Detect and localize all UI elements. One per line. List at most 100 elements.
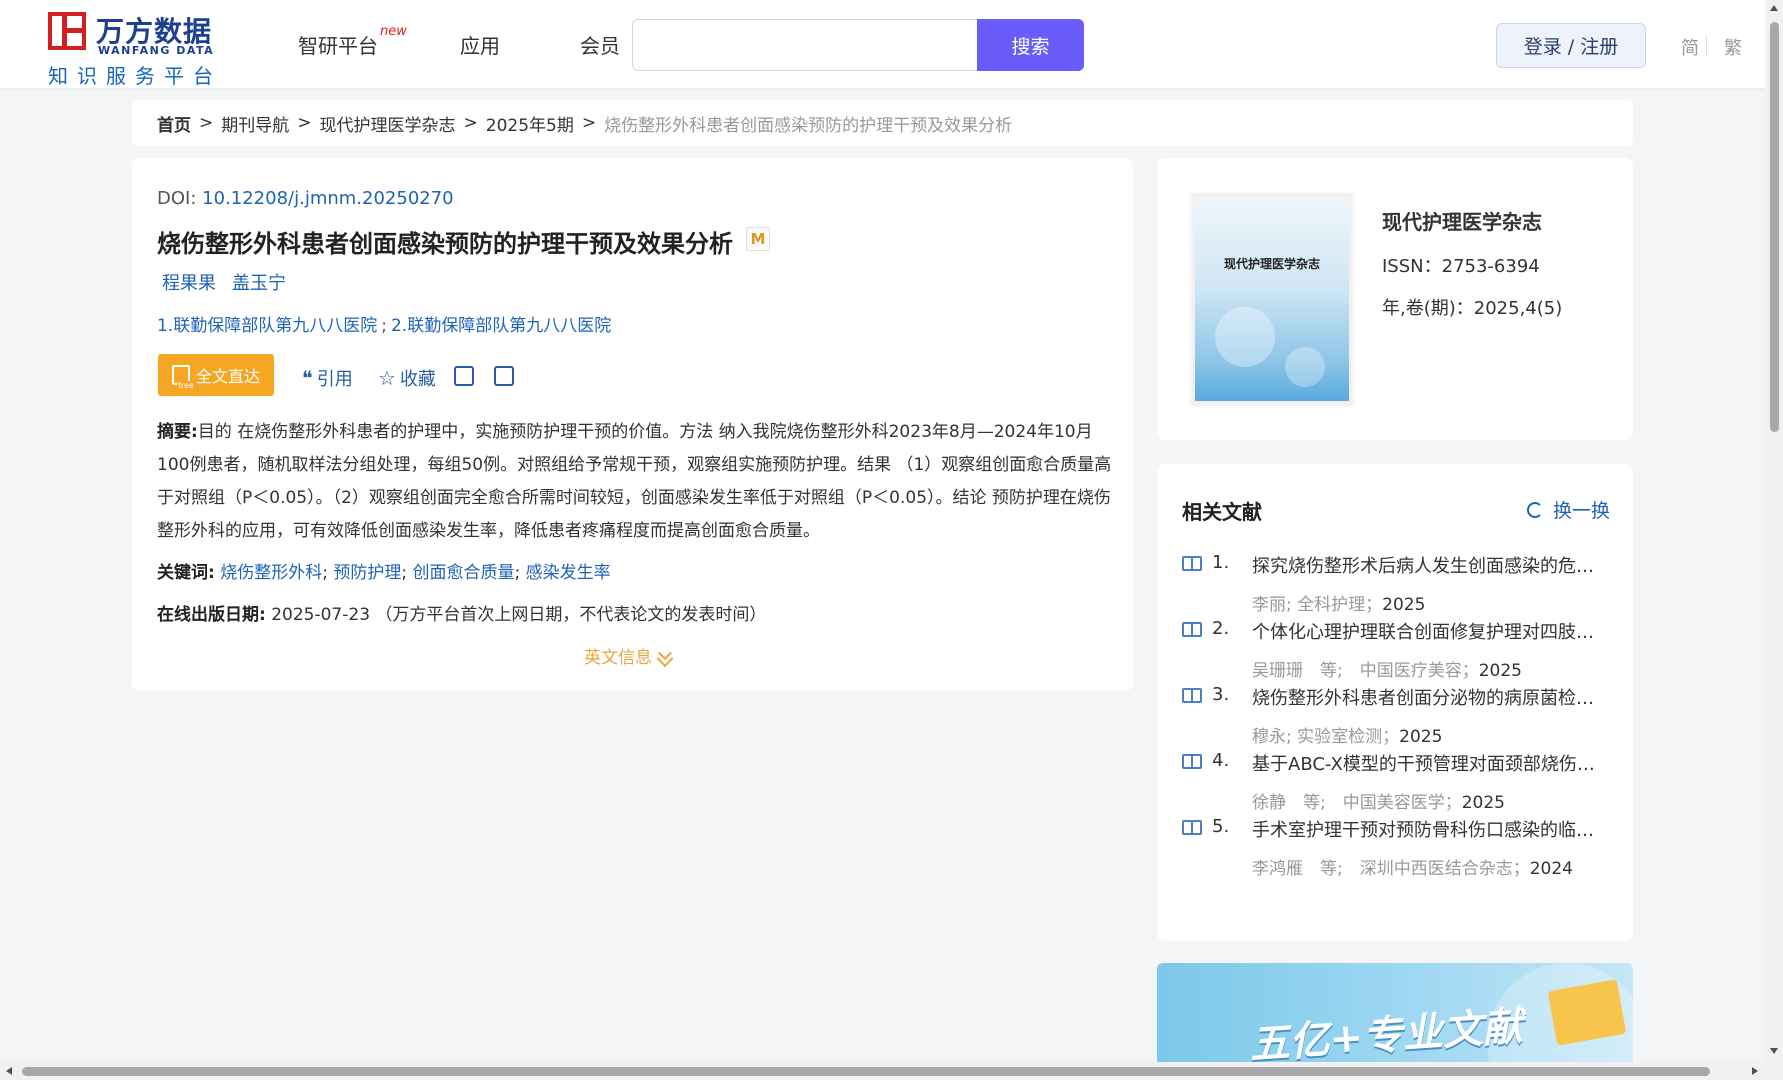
related-title: 相关文献 <box>1182 500 1262 524</box>
wanfang-logo[interactable]: 万方数据 WANFANG DATA 知识服务平台 <box>48 10 218 88</box>
related-year: 2025 <box>1461 793 1505 813</box>
related-item[interactable]: 4. 基于ABC-X模型的干预管理对面颈部烧伤瘢... 徐静 等; 中国美容医学… <box>1182 750 1612 820</box>
keyword-link[interactable]: 感染发生率 <box>526 563 611 583</box>
keywords: 关键词: 烧伤整形外科; 预防护理; 创面愈合质量; 感染发生率 <box>157 558 611 583</box>
free-download-icon <box>171 365 195 390</box>
article-card: DOI: 10.12208/j.jmnm.20250270 烧伤整形外科患者创面… <box>132 158 1133 691</box>
vertical-scrollbar[interactable] <box>1765 0 1783 1062</box>
related-authors: 徐静 等; 中国美容医学； <box>1252 793 1462 813</box>
scroll-right-arrow[interactable] <box>1752 1067 1758 1075</box>
scroll-down-arrow[interactable] <box>1770 1048 1778 1054</box>
related-meta: 李鸿雁 等; 深圳中西医结合杂志；2024 <box>1252 854 1573 879</box>
wanfang-logo-icon <box>48 12 86 50</box>
related-authors: 吴珊珊 等; 中国医疗美容； <box>1252 661 1479 681</box>
doi-label: DOI: <box>157 188 197 209</box>
related-item[interactable]: 3. 烧伤整形外科患者创面分泌物的病原菌检测... 穆永; 实验室检测；2025 <box>1182 684 1612 754</box>
related-meta: 徐静 等; 中国美容医学；2025 <box>1252 788 1505 813</box>
related-item[interactable]: 2. 个体化心理护理联合创面修复护理对四肢烧... 吴珊珊 等; 中国医疗美容；… <box>1182 618 1612 688</box>
double-chevron-down-icon <box>657 645 673 660</box>
logo-en-text: WANFANG DATA <box>98 44 215 57</box>
related-item[interactable]: 5. 手术室护理干预对预防骨科伤口感染的临床... 李鸿雁 等; 深圳中西医结合… <box>1182 816 1612 886</box>
abstract-text: 目的 在烧伤整形外科患者的护理中，实施预防护理干预的价值。方法 纳入我院烧伤整形… <box>157 422 1112 541</box>
share-icon[interactable] <box>454 366 474 386</box>
author-link[interactable]: 程果果 <box>162 269 216 295</box>
pubdate-label: 在线出版日期: <box>157 605 266 625</box>
journal-cover[interactable]: 现代护理医学杂志 <box>1191 193 1353 405</box>
keyword-link[interactable]: 创面愈合质量 <box>413 563 515 583</box>
collect-button[interactable]: ☆ 收藏 <box>378 365 436 391</box>
keywords-label: 关键词: <box>157 563 215 583</box>
cite-button[interactable]: ❝ 引用 <box>302 365 353 391</box>
lang-traditional[interactable]: 繁 <box>1724 34 1742 60</box>
book-icon <box>1182 622 1202 637</box>
horizontal-scrollbar[interactable] <box>0 1062 1783 1080</box>
scroll-left-arrow[interactable] <box>6 1067 12 1075</box>
breadcrumb-journal[interactable]: 现代护理医学杂志 <box>320 111 456 136</box>
related-title-link[interactable]: 手术室护理干预对预防骨科伤口感染的临床... <box>1252 816 1607 842</box>
collect-label: 收藏 <box>399 369 436 390</box>
breadcrumb-sep: > <box>297 113 312 133</box>
refresh-icon <box>1527 501 1543 518</box>
keyword-link[interactable]: 预防护理 <box>333 563 401 583</box>
vertical-scroll-thumb[interactable] <box>1770 22 1779 432</box>
affiliation-link[interactable]: 1.联勤保障部队第九八八医院 <box>157 316 377 336</box>
breadcrumb-journal-nav[interactable]: 期刊导航 <box>221 111 289 136</box>
print-icon[interactable] <box>494 366 514 386</box>
book-icon <box>1182 556 1202 571</box>
pubdate-note: （万方平台首次上网日期，不代表论文的发表时间） <box>375 605 767 625</box>
keyword-sep: ; <box>322 563 328 583</box>
quote-icon: ❝ <box>302 366 313 390</box>
abstract-label: 摘要: <box>157 422 198 442</box>
star-icon: ☆ <box>378 366 396 390</box>
affiliation-link[interactable]: 2.联勤保障部队第九八八医院 <box>391 316 611 336</box>
online-pub-date: 在线出版日期: 2025-07-23 （万方平台首次上网日期，不代表论文的发表时… <box>157 600 766 625</box>
breadcrumb: 首页 > 期刊导航 > 现代护理医学杂志 > 2025年5期 > 烧伤整形外科患… <box>132 100 1633 146</box>
journal-name[interactable]: 现代护理医学杂志 <box>1382 206 1542 235</box>
m-badge-icon[interactable]: M <box>746 227 770 251</box>
refresh-button[interactable]: 换一换 <box>1527 496 1610 523</box>
related-title-link[interactable]: 烧伤整形外科患者创面分泌物的病原菌检测... <box>1252 684 1607 710</box>
english-info-toggle[interactable]: 英文信息 <box>584 643 673 668</box>
fulltext-label: 全文直达 <box>195 367 260 386</box>
related-meta: 吴珊珊 等; 中国医疗美容；2025 <box>1252 656 1522 681</box>
related-year: 2025 <box>1382 595 1426 615</box>
related-num: 5. <box>1212 816 1230 837</box>
related-num: 3. <box>1212 684 1230 705</box>
related-num: 4. <box>1212 750 1230 771</box>
related-title-link[interactable]: 探究烧伤整形术后病人发生创面感染的危险... <box>1252 552 1607 578</box>
breadcrumb-sep: > <box>463 113 478 133</box>
book-icon <box>1182 820 1202 835</box>
affiliations: 1.联勤保障部队第九八八医院; 2.联勤保障部队第九八八医院 <box>157 311 611 336</box>
article-title: 烧伤整形外科患者创面感染预防的护理干预及效果分析 <box>157 230 733 258</box>
new-badge: new <box>380 24 407 39</box>
related-authors: 穆永; 实验室检测； <box>1252 727 1400 747</box>
author-link[interactable]: 盖玉宁 <box>232 269 286 295</box>
search-input[interactable] <box>632 19 977 71</box>
scroll-up-arrow[interactable] <box>1770 5 1778 11</box>
related-num: 2. <box>1212 618 1230 639</box>
doi-link[interactable]: 10.12208/j.jmnm.20250270 <box>202 188 454 209</box>
login-register-button[interactable]: 登录 / 注册 <box>1496 23 1646 68</box>
lang-divider <box>1706 36 1707 56</box>
search-button[interactable]: 搜索 <box>977 19 1084 71</box>
breadcrumb-home[interactable]: 首页 <box>157 111 191 136</box>
related-literature-card: 相关文献 换一换 1. 探究烧伤整形术后病人发生创面感染的危险... 李丽; 全… <box>1157 464 1633 941</box>
nav-member[interactable]: 会员 <box>580 30 620 59</box>
nav-zhiyan[interactable]: 智研平台 <box>298 30 378 59</box>
horizontal-scroll-thumb[interactable] <box>22 1067 1710 1076</box>
breadcrumb-issue[interactable]: 2025年5期 <box>486 111 574 136</box>
refresh-label: 换一换 <box>1553 500 1611 522</box>
related-meta: 李丽; 全科护理；2025 <box>1252 590 1425 615</box>
related-item[interactable]: 1. 探究烧伤整形术后病人发生创面感染的危险... 李丽; 全科护理；2025 <box>1182 552 1612 622</box>
promo-banner[interactable]: 五亿+专业文献 <box>1157 963 1633 1063</box>
lang-simplified[interactable]: 简 <box>1681 34 1699 60</box>
nav-apps[interactable]: 应用 <box>460 30 500 59</box>
keyword-link[interactable]: 烧伤整形外科 <box>220 563 322 583</box>
related-meta: 穆永; 实验室检测；2025 <box>1252 722 1442 747</box>
related-title-link[interactable]: 基于ABC-X模型的干预管理对面颈部烧伤瘢... <box>1252 750 1607 776</box>
fulltext-button[interactable]: 全文直达 <box>158 354 274 396</box>
keyword-sep: ; <box>514 563 521 583</box>
affiliation-sep: ; <box>381 316 387 336</box>
book-icon <box>1182 754 1202 769</box>
related-title-link[interactable]: 个体化心理护理联合创面修复护理对四肢烧... <box>1252 618 1607 644</box>
